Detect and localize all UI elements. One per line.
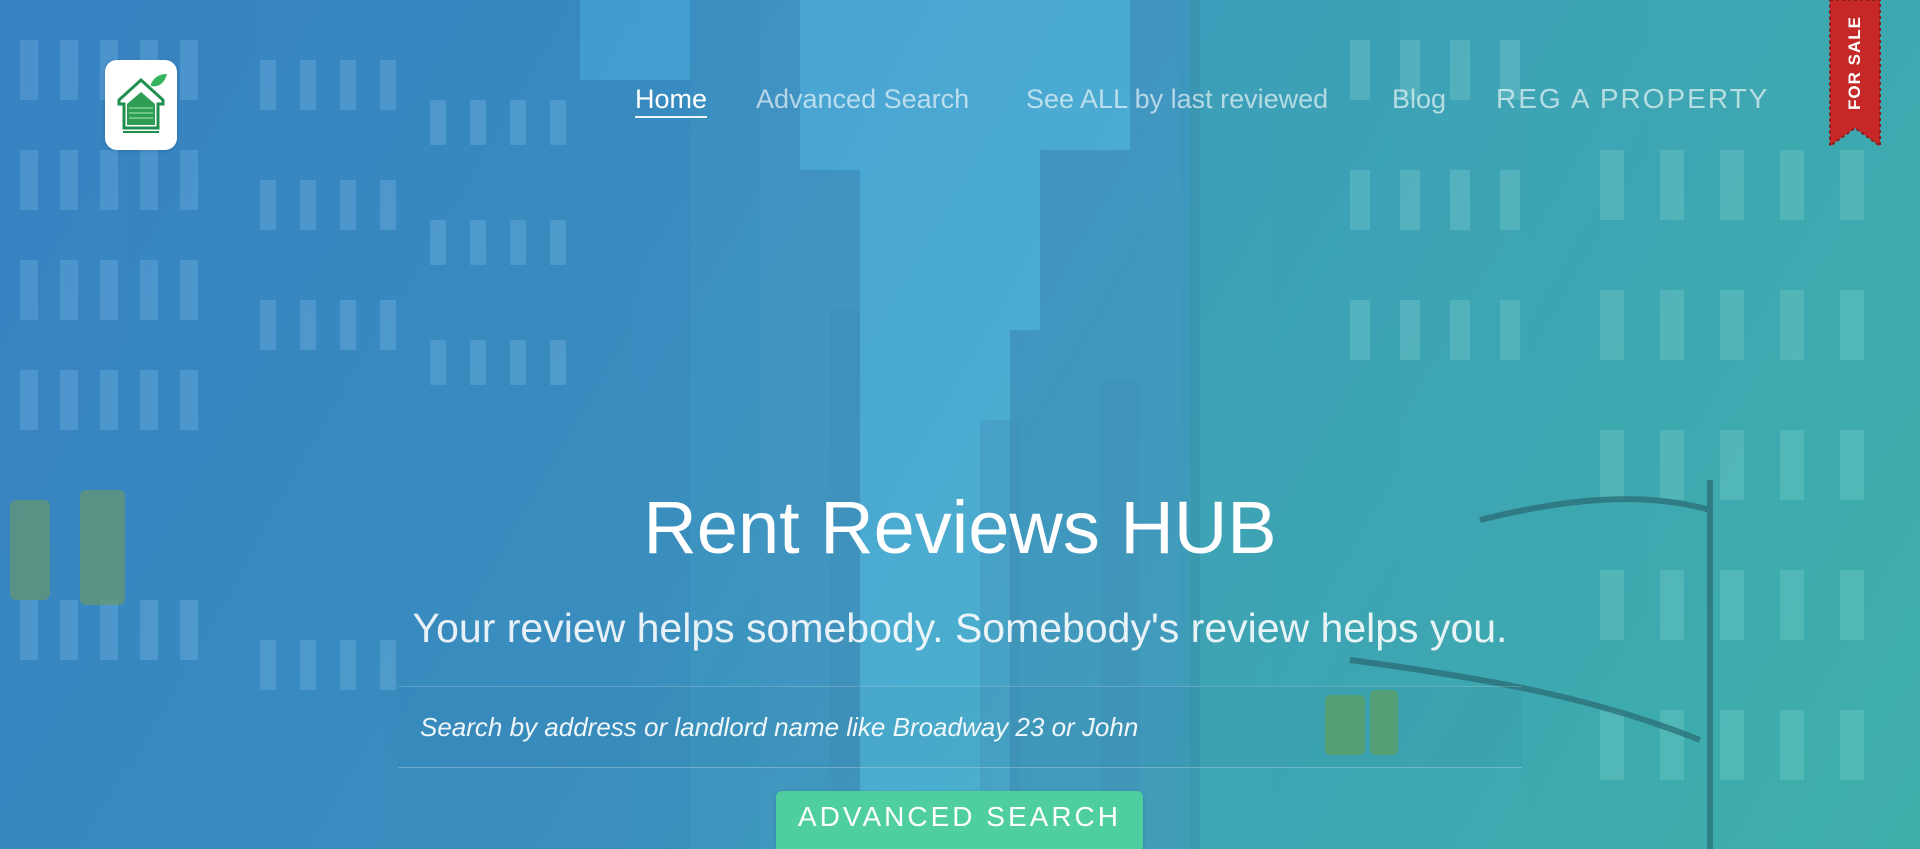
main-nav: Home Advanced Search See ALL by last rev… <box>0 82 1920 122</box>
search-box <box>398 686 1522 768</box>
advanced-search-button[interactable]: ADVANCED SEARCH <box>776 791 1143 849</box>
nav-see-all-by-last-reviewed[interactable]: See ALL by last reviewed <box>1026 82 1328 116</box>
page-title: Rent Reviews HUB <box>643 486 1277 569</box>
page-subtitle: Your review helps somebody. Somebody's r… <box>412 605 1508 651</box>
nav-advanced-search[interactable]: Advanced Search <box>756 82 969 116</box>
nav-blog[interactable]: Blog <box>1392 82 1446 116</box>
ribbon-label: FOR SALE <box>1845 15 1865 110</box>
hero-section: Home Advanced Search See ALL by last rev… <box>0 0 1920 849</box>
nav-reg-a-property[interactable]: REG A PROPERTY <box>1496 82 1769 116</box>
nav-home[interactable]: Home <box>635 82 708 118</box>
for-sale-ribbon[interactable]: FOR SALE <box>1826 0 1884 148</box>
search-input[interactable] <box>398 687 1522 767</box>
